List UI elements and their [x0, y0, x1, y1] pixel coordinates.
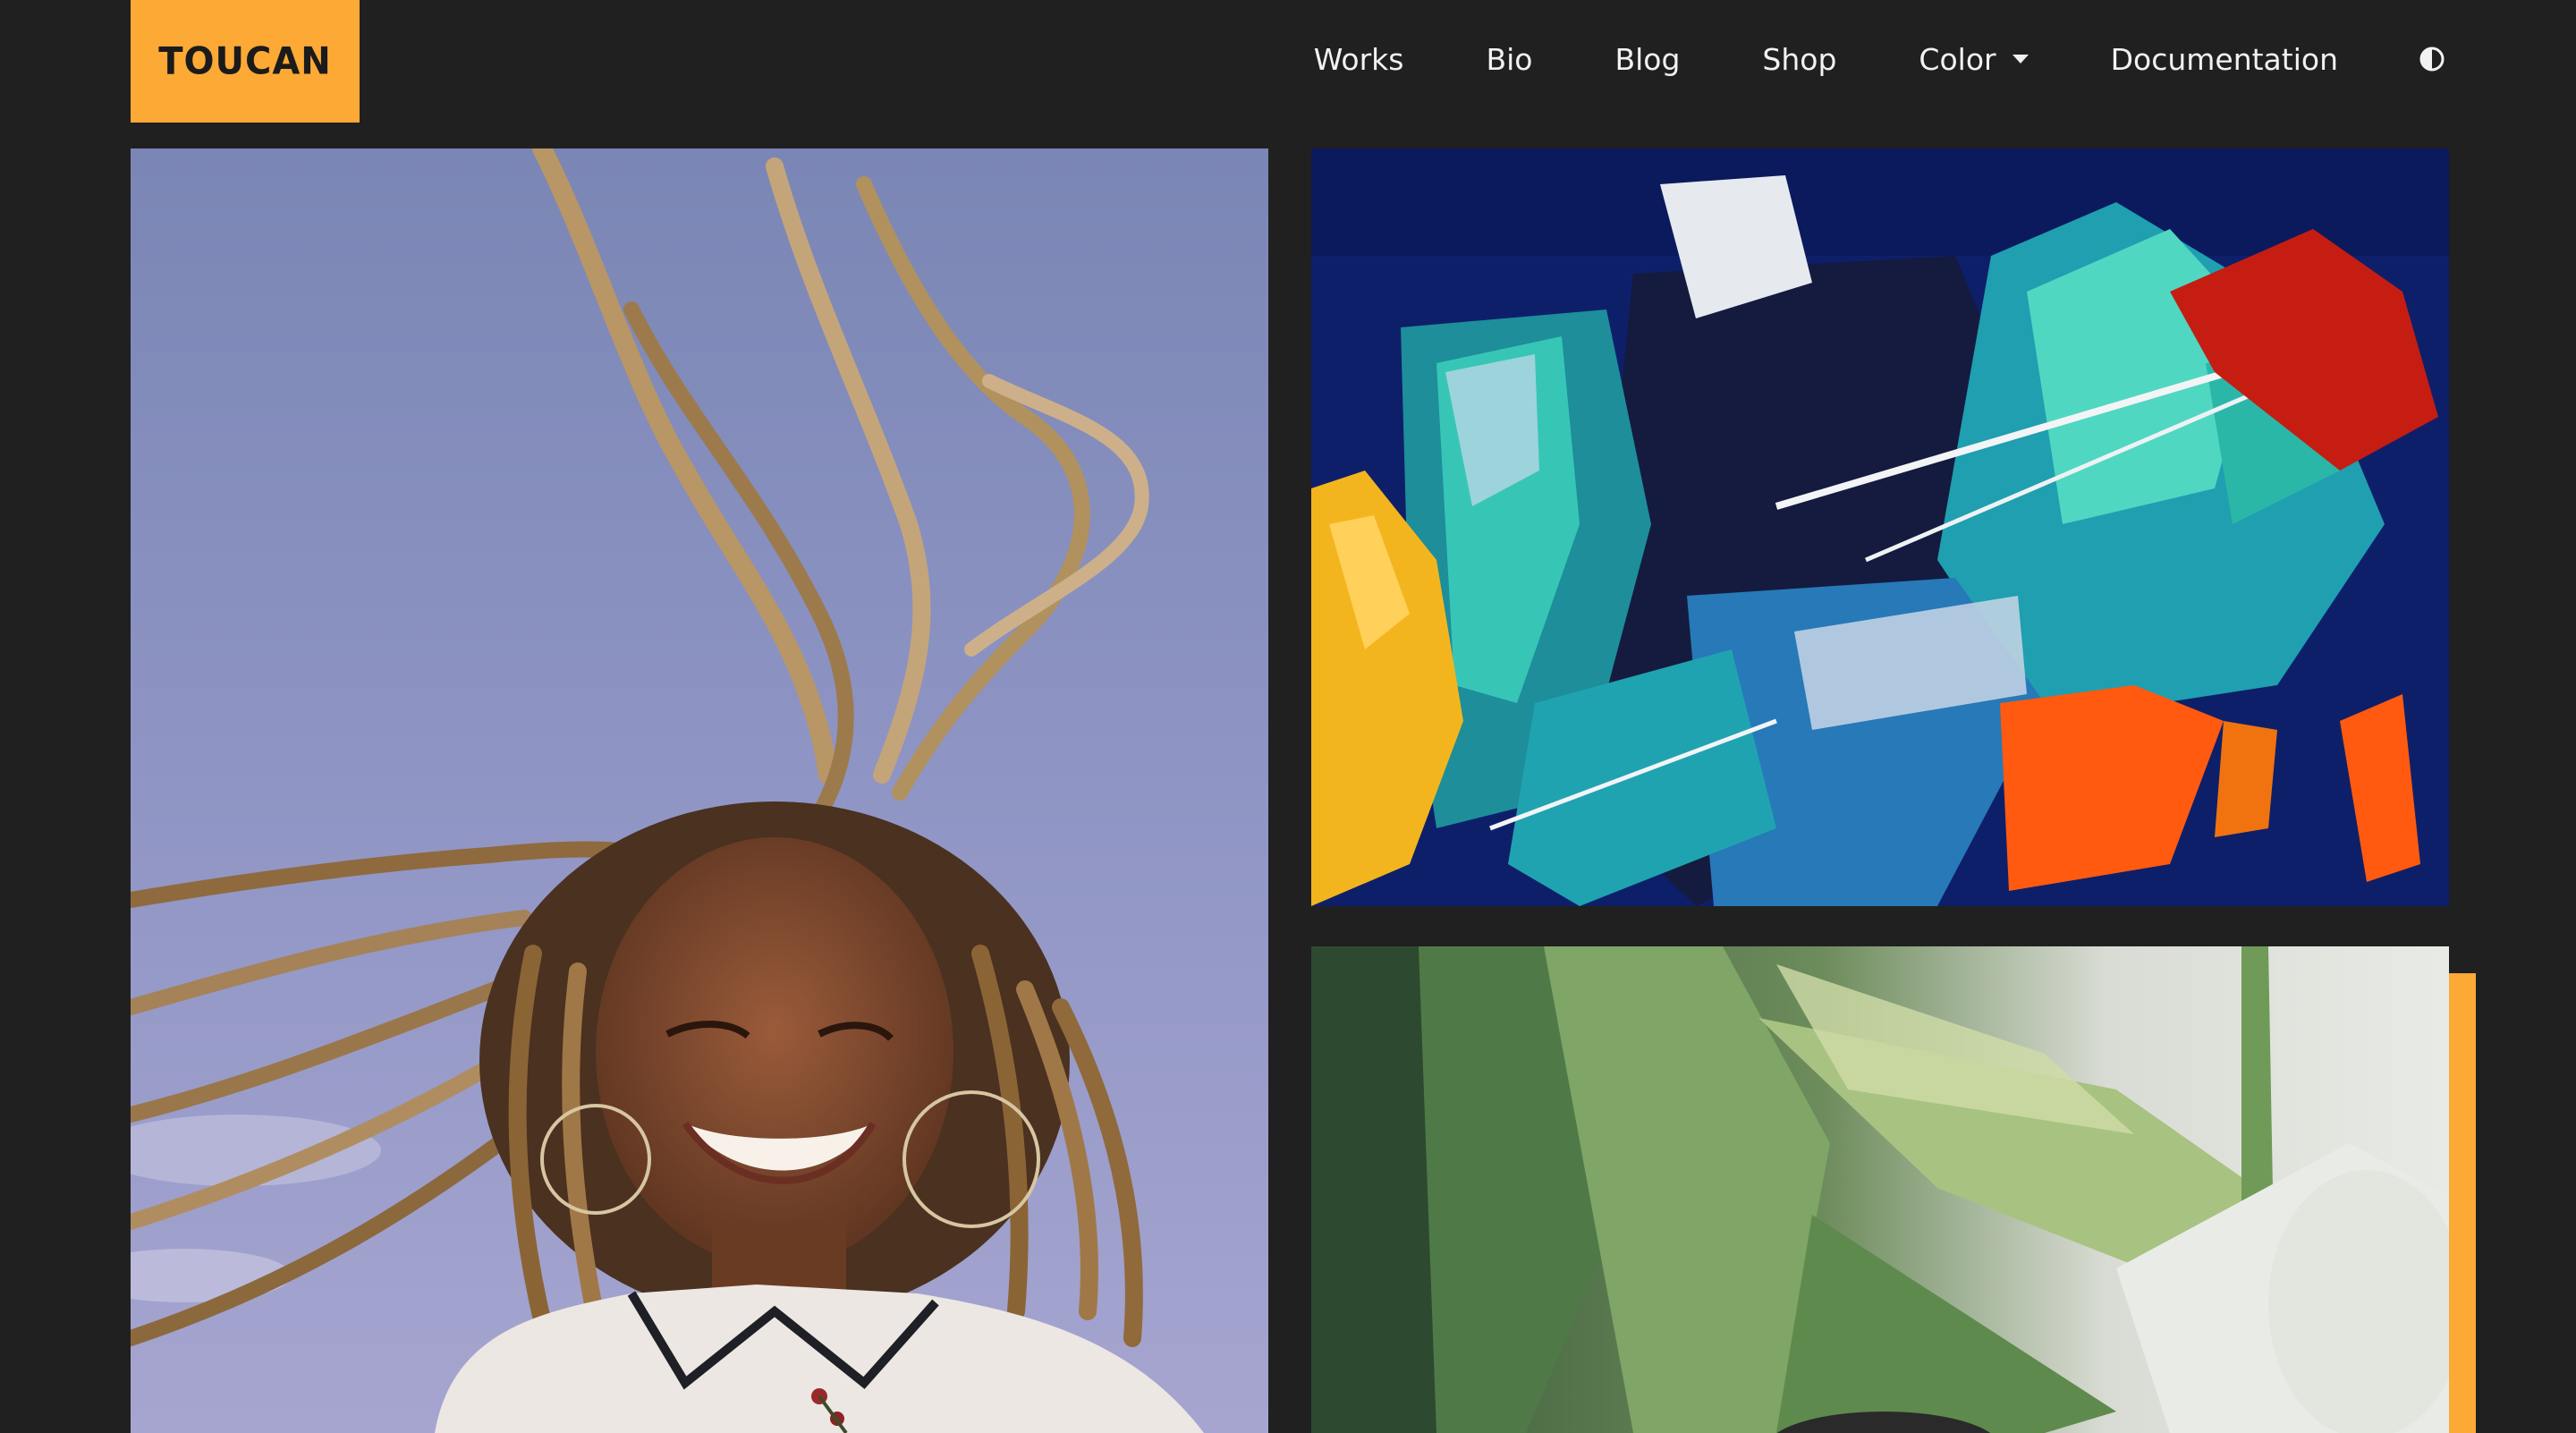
- chevron-down-icon: [2012, 55, 2029, 64]
- nav-item-color-label: Color: [1919, 41, 1996, 77]
- leaves-painting-image: [1311, 946, 2449, 1433]
- theme-toggle-button[interactable]: [2419, 46, 2445, 72]
- accent-bar: [2449, 973, 2476, 1433]
- portfolio-page: TOUCAN Works Bio Blog Shop Color Documen…: [0, 0, 2576, 1433]
- brand-name: TOUCAN: [158, 39, 332, 83]
- nav-item-shop[interactable]: Shop: [1762, 42, 1836, 77]
- portrait-image: [131, 148, 1268, 1433]
- nav-item-bio[interactable]: Bio: [1486, 42, 1532, 77]
- nav-item-color-dropdown[interactable]: Color: [1919, 41, 2029, 77]
- gallery-item-leaves-painting[interactable]: [1311, 946, 2449, 1433]
- nav-item-works[interactable]: Works: [1314, 42, 1404, 77]
- nav-item-blog[interactable]: Blog: [1614, 42, 1680, 77]
- nav-item-documentation[interactable]: Documentation: [2111, 42, 2338, 77]
- gallery-item-abstract-painting[interactable]: [1311, 148, 2449, 906]
- abstract-painting-image: [1311, 148, 2449, 906]
- gallery-item-portrait[interactable]: [131, 148, 1268, 1433]
- brand-logo[interactable]: TOUCAN: [131, 0, 360, 123]
- main-nav: Works Bio Blog Shop Color Documentation: [1314, 32, 2445, 86]
- half-circle-contrast-icon: [2419, 47, 2445, 72]
